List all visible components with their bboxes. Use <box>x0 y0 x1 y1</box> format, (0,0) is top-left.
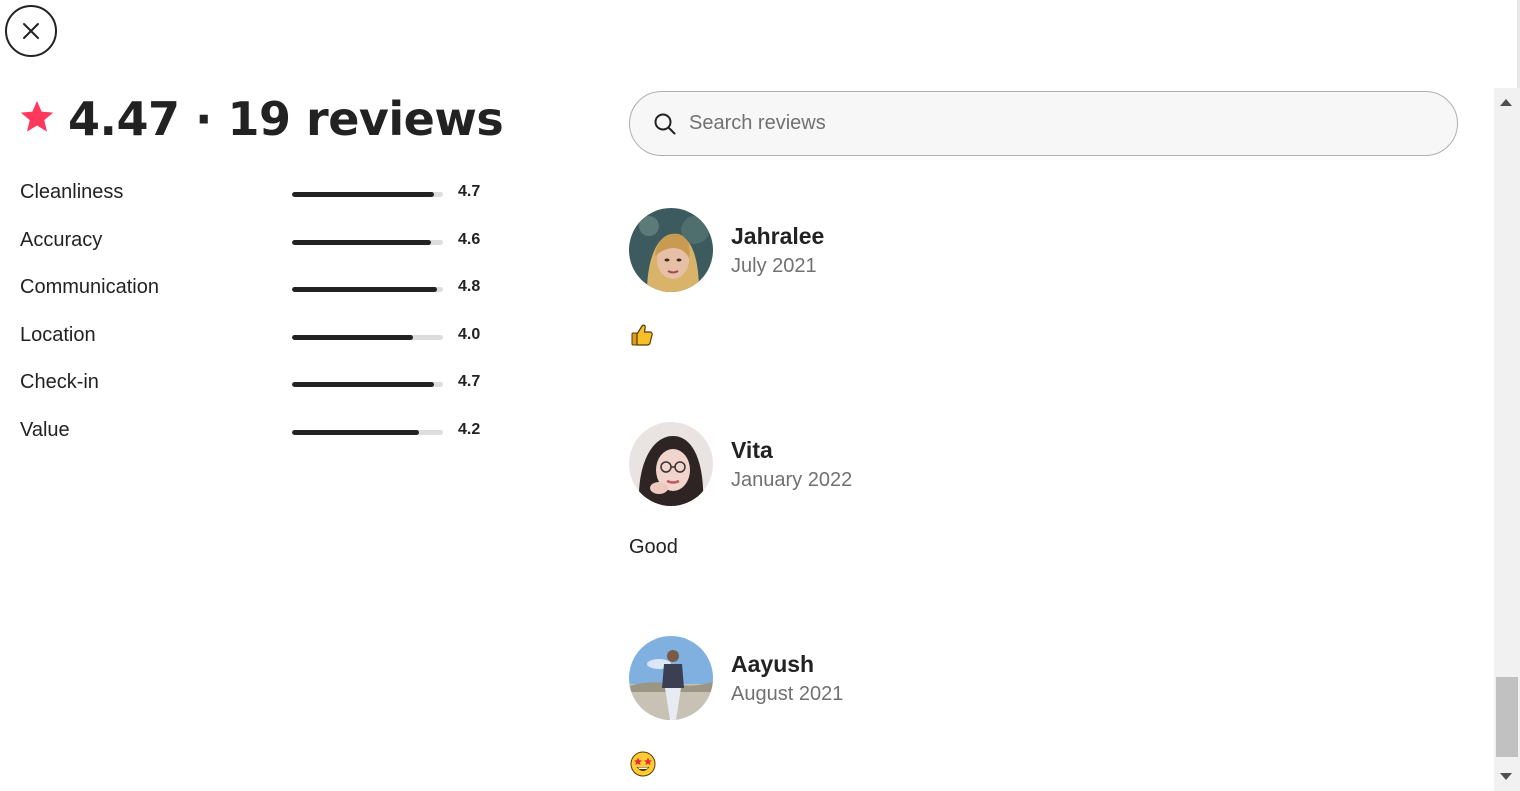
rating-label: Location <box>20 323 96 346</box>
rating-label: Cleanliness <box>20 181 124 203</box>
rating-label: Accuracy <box>20 228 103 251</box>
close-button[interactable] <box>5 5 57 57</box>
rating-bar <box>292 287 443 293</box>
rating-score: 4.7 <box>458 373 481 391</box>
rating-bar-fill <box>292 382 434 388</box>
scroll-down-arrow-icon[interactable] <box>1500 773 1512 780</box>
rating-score: 4.6 <box>458 230 481 248</box>
rating-bar-fill <box>292 192 434 197</box>
reviews-summary: 4.47 · 19 reviews <box>18 92 504 146</box>
scrollbar[interactable] <box>1494 88 1520 791</box>
rating-label: Check-in <box>20 371 99 394</box>
review-text <box>629 322 824 353</box>
rating-bar <box>292 192 443 197</box>
star-struck-emoji-icon <box>629 751 657 782</box>
rating-bar <box>292 429 443 435</box>
avatar[interactable] <box>629 636 713 720</box>
scrollbar-thumb[interactable] <box>1496 677 1518 757</box>
rating-score: 4.7 <box>458 183 481 200</box>
review-item: Jahralee July 2021 <box>629 208 824 353</box>
rating-row-check-in: Check-in 4.7 <box>20 370 490 400</box>
star-icon <box>18 98 56 141</box>
close-icon <box>21 21 41 41</box>
category-ratings: Cleanliness 4.7 Accuracy 4.6 Communicati… <box>20 180 490 466</box>
reviews-heading: 4.47 · 19 reviews <box>68 92 504 146</box>
rating-bar-fill <box>292 429 419 435</box>
review-date: July 2021 <box>731 254 817 277</box>
review-date: August 2021 <box>731 682 844 705</box>
rating-row-cleanliness: Cleanliness 4.7 <box>20 180 490 210</box>
reviewer-name: Jahralee <box>731 222 825 249</box>
rating-row-communication: Communication 4.8 <box>20 275 490 305</box>
search-input[interactable] <box>689 112 1389 135</box>
review-date: January 2022 <box>731 468 853 491</box>
thumbs-up-icon <box>629 324 655 352</box>
rating-label: Communication <box>20 276 159 299</box>
search-icon <box>653 112 677 136</box>
rating-bar <box>292 239 443 245</box>
rating-bar-fill <box>292 287 437 293</box>
search-bar[interactable] <box>629 91 1458 156</box>
rating-label: Value <box>20 418 70 441</box>
rating-row-location: Location 4.0 <box>20 323 490 353</box>
reviewer-name: Aayush <box>731 650 815 677</box>
rating-row-value: Value 4.2 <box>20 418 490 448</box>
avatar[interactable] <box>629 208 713 292</box>
rating-score: 4.0 <box>458 325 481 343</box>
reviewer-name: Vita <box>731 436 773 463</box>
avatar[interactable] <box>629 422 713 506</box>
review-item: Vita January 2022 Good <box>629 422 852 559</box>
rating-bar <box>292 382 443 388</box>
rating-bar-fill <box>292 334 413 340</box>
rating-bar <box>292 334 443 340</box>
review-item: Aayush August 2021 <box>629 636 843 783</box>
scroll-up-arrow-icon[interactable] <box>1500 99 1512 106</box>
rating-row-accuracy: Accuracy 4.6 <box>20 228 490 258</box>
review-text: Good <box>629 536 678 558</box>
review-text <box>629 750 843 783</box>
rating-score: 4.2 <box>458 420 481 438</box>
rating-score: 4.8 <box>458 278 481 296</box>
rating-bar-fill <box>292 239 431 245</box>
